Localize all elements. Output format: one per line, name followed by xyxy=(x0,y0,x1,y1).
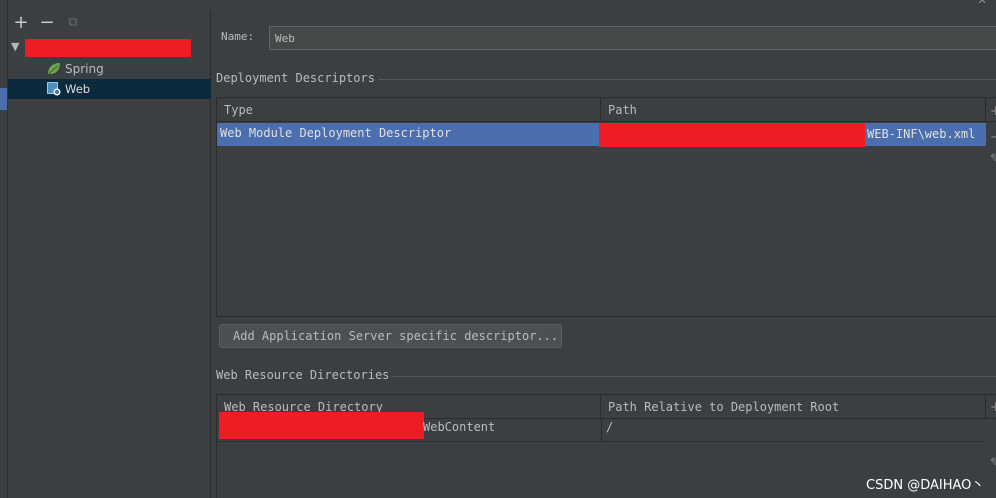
tree-toolbar: + − ⧉ xyxy=(8,10,211,38)
section-divider xyxy=(378,79,996,80)
table-row[interactable]: WebContent / xyxy=(217,412,986,442)
table-header: Type Path xyxy=(217,98,996,122)
add-icon[interactable]: + xyxy=(990,400,996,415)
deployment-descriptors-title: Deployment Descriptors xyxy=(216,71,375,85)
resource-side-toolbar: + ✎ xyxy=(990,400,996,471)
add-icon[interactable]: + xyxy=(12,14,30,32)
edit-icon[interactable]: ✎ xyxy=(990,152,996,167)
section-divider xyxy=(392,376,996,377)
facets-tree-panel: + − ⧉ ▼ Spring Web xyxy=(8,10,211,498)
remove-icon[interactable]: − xyxy=(38,14,56,32)
redacted-directory xyxy=(219,412,424,439)
remove-icon[interactable]: − xyxy=(990,130,996,145)
descriptor-side-toolbar: + − ✎ xyxy=(990,104,996,167)
redacted-path xyxy=(599,123,865,147)
name-field[interactable] xyxy=(269,26,996,50)
relative-path-cell: / xyxy=(601,419,986,442)
spring-leaf-icon xyxy=(48,63,60,75)
edit-icon[interactable]: ✎ xyxy=(990,456,996,471)
descriptor-type-cell: Web Module Deployment Descriptor xyxy=(220,126,452,140)
close-icon[interactable]: ✕ xyxy=(978,0,992,7)
descriptor-path-cell: WEB-INF\web.xml xyxy=(867,127,976,141)
tree-item-label: Web xyxy=(65,82,91,96)
name-label: Name: xyxy=(221,30,255,43)
resource-directory-cell: WebContent xyxy=(423,420,496,434)
column-header-relative-path[interactable]: Path Relative to Deployment Root xyxy=(601,395,986,419)
tree-item-web[interactable]: Web xyxy=(8,79,211,99)
copy-icon[interactable]: ⧉ xyxy=(64,14,82,32)
add-server-descriptor-button[interactable]: Add Application Server specific descript… xyxy=(219,324,562,348)
deployment-descriptors-table[interactable]: Type Path Web Module Deployment Descript… xyxy=(216,97,996,317)
chevron-down-icon[interactable]: ▼ xyxy=(11,40,19,53)
left-strip-selection xyxy=(0,88,7,110)
add-icon[interactable]: + xyxy=(990,104,996,119)
watermark: CSDN @DAIHAO丶 xyxy=(866,478,985,493)
tree-item-label: Spring xyxy=(65,62,104,76)
web-facet-icon xyxy=(47,82,61,96)
redacted-module-name xyxy=(25,39,191,57)
tree-root-module[interactable]: ▼ xyxy=(8,38,211,58)
left-sidebar-strip xyxy=(0,0,8,498)
tree-item-spring[interactable]: Spring xyxy=(8,59,211,79)
table-row[interactable]: Web Module Deployment Descriptor WEB-INF… xyxy=(217,123,986,147)
column-header-path[interactable]: Path xyxy=(601,98,986,122)
web-resource-directories-title: Web Resource Directories xyxy=(216,368,390,382)
column-header-type[interactable]: Type xyxy=(217,98,601,122)
